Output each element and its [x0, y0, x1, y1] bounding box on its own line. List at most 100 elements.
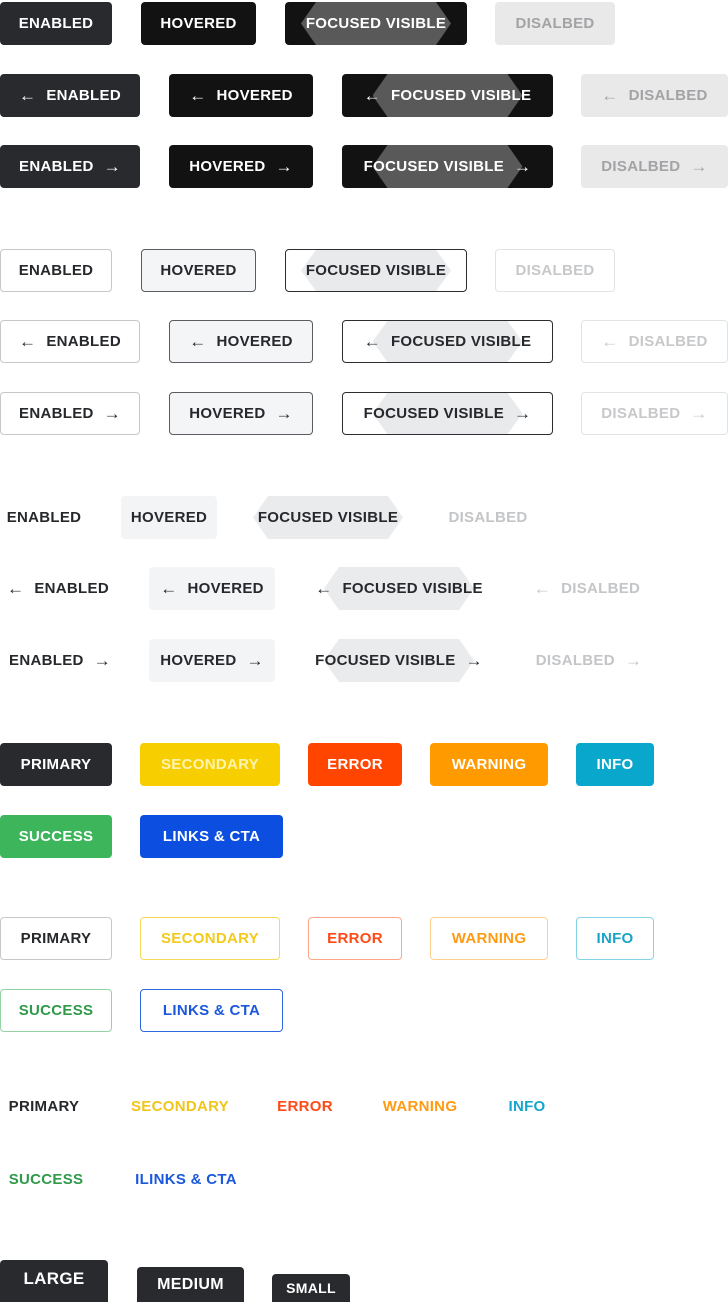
outlined-secondary-button[interactable]: SECONDARY — [140, 917, 280, 960]
outlined-links-cta-button[interactable]: LINKS & CTA — [140, 989, 283, 1032]
text-enabled-button[interactable]: ENABLED — [0, 496, 88, 539]
arrow-right-icon: → — [103, 404, 121, 423]
outlined-focused-right-icon-button[interactable]: FOCUSED VISIBLE → — [342, 392, 553, 435]
button-label: FOCUSED VISIBLE — [363, 405, 505, 422]
button-label: HOVERED — [130, 509, 208, 526]
text-hovered-button[interactable]: HOVERED — [121, 496, 217, 539]
button-label: SECONDARY — [131, 1098, 229, 1115]
outlined-enabled-right-icon-button[interactable]: ENABLED → — [0, 392, 140, 435]
button-label: SUCCESS — [18, 828, 94, 845]
arrow-left-icon: ← — [189, 332, 207, 351]
contained-focused-right-icon-button[interactable]: FOCUSED VISIBLE → — [342, 145, 553, 188]
outlined-disabled-left-icon-button[interactable]: ← DISALBED — [581, 320, 728, 363]
small-size-button[interactable]: SMALL — [272, 1274, 350, 1302]
text-disabled-left-icon-button[interactable]: ← DISALBED — [525, 567, 649, 610]
button-label: ENABLED — [18, 15, 94, 32]
contained-disabled-left-icon-button[interactable]: ← DISALBED — [581, 74, 728, 117]
text-focused-button[interactable]: FOCUSED VISIBLE — [252, 496, 404, 539]
outlined-disabled-right-icon-button[interactable]: DISALBED → — [581, 392, 728, 435]
outlined-disabled-button[interactable]: DISALBED — [495, 249, 615, 292]
button-label: WARNING — [451, 756, 527, 773]
contained-focused-button[interactable]: FOCUSED VISIBLE — [285, 2, 467, 45]
button-label: ENABLED — [46, 87, 121, 104]
arrow-right-icon: → — [514, 157, 532, 176]
outlined-success-button[interactable]: SUCCESS — [0, 989, 112, 1032]
text-success-button[interactable]: SUCCESS — [0, 1158, 92, 1201]
contained-focused-left-icon-button[interactable]: ← FOCUSED VISIBLE — [342, 74, 553, 117]
arrow-left-icon: ← — [189, 86, 207, 105]
button-label: PRIMARY — [8, 1098, 80, 1115]
arrow-left-icon: ← — [19, 86, 37, 105]
outlined-hovered-right-icon-button[interactable]: HOVERED → — [169, 392, 313, 435]
outlined-info-button[interactable]: INFO — [576, 917, 654, 960]
text-disabled-button[interactable]: DISALBED — [440, 496, 536, 539]
contained-hovered-right-icon-button[interactable]: HOVERED → — [169, 145, 313, 188]
text-hovered-left-icon-button[interactable]: ← HOVERED — [149, 567, 275, 610]
button-label: DISALBED — [601, 158, 681, 175]
outlined-enabled-left-icon-button[interactable]: ← ENABLED — [0, 320, 140, 363]
arrow-right-icon: → — [624, 651, 643, 670]
contained-hovered-left-icon-button[interactable]: ← HOVERED — [169, 74, 313, 117]
text-hovered-right-icon-button[interactable]: HOVERED → — [149, 639, 275, 682]
button-label: INFO — [596, 756, 634, 773]
contained-enabled-button[interactable]: ENABLED — [0, 2, 112, 45]
button-label: ENABLED — [6, 509, 82, 526]
button-label: HOVERED — [187, 580, 264, 597]
outlined-focused-left-icon-button[interactable]: ← FOCUSED VISIBLE — [342, 320, 553, 363]
button-label: FOCUSED VISIBLE — [315, 652, 456, 669]
contained-hovered-button[interactable]: HOVERED — [141, 2, 256, 45]
arrow-right-icon: → — [246, 651, 264, 670]
outlined-warning-button[interactable]: WARNING — [430, 917, 548, 960]
text-info-button[interactable]: INFO — [500, 1085, 554, 1128]
button-label: ENABLED — [34, 580, 109, 597]
contained-success-button[interactable]: SUCCESS — [0, 815, 112, 858]
button-label: DISALBED — [628, 87, 708, 104]
contained-info-button[interactable]: INFO — [576, 743, 654, 786]
button-label: FOCUSED VISIBLE — [390, 333, 532, 350]
button-label: ENABLED — [18, 262, 94, 279]
text-enabled-right-icon-button[interactable]: ENABLED → — [0, 639, 120, 682]
contained-secondary-button[interactable]: SECONDARY — [140, 743, 280, 786]
contained-enabled-right-icon-button[interactable]: ENABLED → — [0, 145, 140, 188]
arrow-right-icon: → — [465, 651, 483, 670]
button-label: PRIMARY — [20, 756, 92, 773]
outlined-primary-button[interactable]: PRIMARY — [0, 917, 112, 960]
contained-enabled-left-icon-button[interactable]: ← ENABLED — [0, 74, 140, 117]
button-label: WARNING — [451, 930, 527, 947]
button-label: FOCUSED VISIBLE — [305, 262, 447, 279]
text-focused-right-icon-button[interactable]: FOCUSED VISIBLE → — [305, 639, 493, 682]
arrow-right-icon: → — [514, 404, 532, 423]
button-label: DISALBED — [515, 262, 595, 279]
button-label: HOVERED — [216, 333, 293, 350]
button-label: HOVERED — [160, 262, 237, 279]
outlined-enabled-button[interactable]: ENABLED — [0, 249, 112, 292]
contained-disabled-button[interactable]: DISALBED — [495, 2, 615, 45]
contained-warning-button[interactable]: WARNING — [430, 743, 548, 786]
contained-links-cta-button[interactable]: LINKS & CTA — [140, 815, 283, 858]
button-label: FOCUSED VISIBLE — [257, 509, 399, 526]
contained-error-button[interactable]: ERROR — [308, 743, 402, 786]
medium-size-button[interactable]: MEDIUM — [137, 1267, 244, 1302]
text-secondary-button[interactable]: SECONDARY — [122, 1085, 238, 1128]
outlined-error-button[interactable]: ERROR — [308, 917, 402, 960]
button-label: ENABLED — [19, 158, 94, 175]
text-focused-left-icon-button[interactable]: ← FOCUSED VISIBLE — [305, 567, 493, 610]
contained-disabled-right-icon-button[interactable]: DISALBED → — [581, 145, 728, 188]
contained-primary-button[interactable]: PRIMARY — [0, 743, 112, 786]
button-label: ILINKS & CTA — [135, 1171, 237, 1188]
outlined-hovered-button[interactable]: HOVERED — [141, 249, 256, 292]
button-label: LARGE — [23, 1269, 85, 1288]
outlined-hovered-left-icon-button[interactable]: ← HOVERED — [169, 320, 313, 363]
text-warning-button[interactable]: WARNING — [372, 1085, 468, 1128]
button-label: DISALBED — [628, 333, 708, 350]
text-enabled-left-icon-button[interactable]: ← ENABLED — [0, 567, 116, 610]
text-links-cta-button[interactable]: ILINKS & CTA — [124, 1158, 248, 1201]
large-size-button[interactable]: LARGE — [0, 1260, 108, 1302]
text-primary-button[interactable]: PRIMARY — [0, 1085, 88, 1128]
arrow-left-icon: ← — [363, 332, 381, 351]
outlined-focused-button[interactable]: FOCUSED VISIBLE — [285, 249, 467, 292]
text-disabled-right-icon-button[interactable]: DISALBED → — [525, 639, 653, 682]
button-label: DISALBED — [601, 405, 681, 422]
arrow-left-icon: ← — [601, 332, 619, 351]
text-error-button[interactable]: ERROR — [270, 1085, 340, 1128]
